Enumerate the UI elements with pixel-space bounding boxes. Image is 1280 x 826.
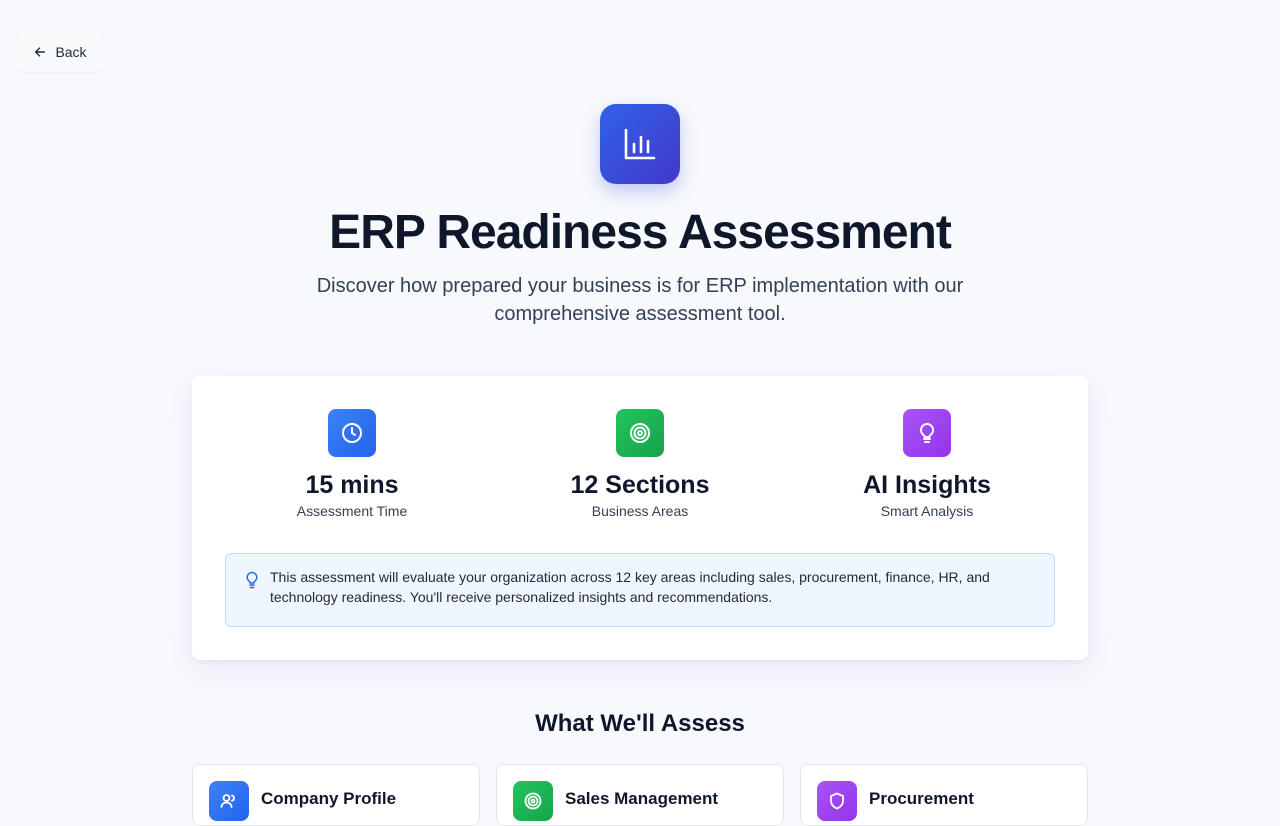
assess-card-sales-management[interactable]: Sales Management: [496, 764, 784, 826]
stat-sections: 12 Sections Business Areas: [500, 409, 780, 520]
users-icon: [209, 781, 249, 821]
stat-value: 15 mins: [305, 471, 399, 499]
bar-chart-icon: [600, 104, 680, 184]
clock-icon: [328, 409, 376, 457]
lightbulb-icon: [246, 571, 258, 589]
back-button[interactable]: Back: [16, 32, 104, 72]
shield-icon: [817, 781, 857, 821]
target-icon: [513, 781, 553, 821]
stat-label: Business Areas: [591, 503, 689, 519]
arrow-left-icon: [35, 47, 46, 57]
stat-value: AI Insights: [863, 471, 991, 499]
info-callout: This assessment will evaluate your organ…: [225, 553, 1055, 627]
info-text: This assessment will evaluate your organ…: [270, 569, 990, 605]
stats-card: 15 mins Assessment Time 12 Sections Busi…: [192, 376, 1088, 660]
section-heading: What We'll Assess: [535, 710, 745, 737]
assess-card-title: Company Profile: [261, 789, 397, 808]
stat-label: Smart Analysis: [880, 503, 974, 519]
page-title: ERP Readiness Assessment: [329, 206, 952, 259]
stat-value: 12 Sections: [570, 471, 710, 499]
assess-card-title: Sales Management: [565, 789, 719, 808]
stat-ai-insights: AI Insights Smart Analysis: [787, 409, 1067, 520]
stat-assessment-time: 15 mins Assessment Time: [212, 409, 492, 520]
assess-card-procurement[interactable]: Procurement: [800, 764, 1088, 826]
assess-card-title: Procurement: [869, 789, 974, 808]
stat-label: Assessment Time: [296, 503, 408, 519]
target-icon: [616, 409, 664, 457]
back-label: Back: [55, 44, 87, 60]
lightbulb-icon: [903, 409, 951, 457]
page-subtitle: Discover how prepared your business is f…: [316, 275, 964, 325]
assess-card-company-profile[interactable]: Company Profile: [192, 764, 480, 826]
